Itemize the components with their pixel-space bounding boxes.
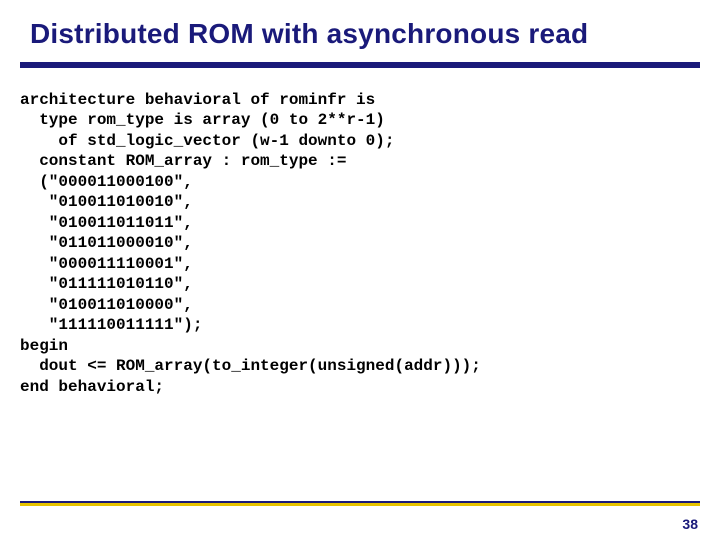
code-line: type rom_type is array (0 to 2**r-1) [20,111,385,129]
code-line: "111110011111"); [20,316,202,334]
title-underline [20,62,700,68]
slide-title: Distributed ROM with asynchronous read [30,18,690,50]
code-line: begin [20,337,68,355]
code-line: ("000011000100", [20,173,193,191]
code-line: constant ROM_array : rom_type := [20,152,346,170]
slide: Distributed ROM with asynchronous read a… [0,0,720,540]
code-line: "000011110001", [20,255,193,273]
page-number: 38 [682,516,698,532]
code-line: "011011000010", [20,234,193,252]
code-line: dout <= ROM_array(to_integer(unsigned(ad… [20,357,481,375]
code-line: "010011010010", [20,193,193,211]
code-line: architecture behavioral of rominfr is [20,91,375,109]
code-block: architecture behavioral of rominfr is ty… [20,90,700,397]
footer-rule-gold [20,503,700,506]
code-line: of std_logic_vector (w-1 downto 0); [20,132,394,150]
code-line: "011111010110", [20,275,193,293]
code-line: "010011010000", [20,296,193,314]
code-line: "010011011011", [20,214,193,232]
code-line: end behavioral; [20,378,164,396]
